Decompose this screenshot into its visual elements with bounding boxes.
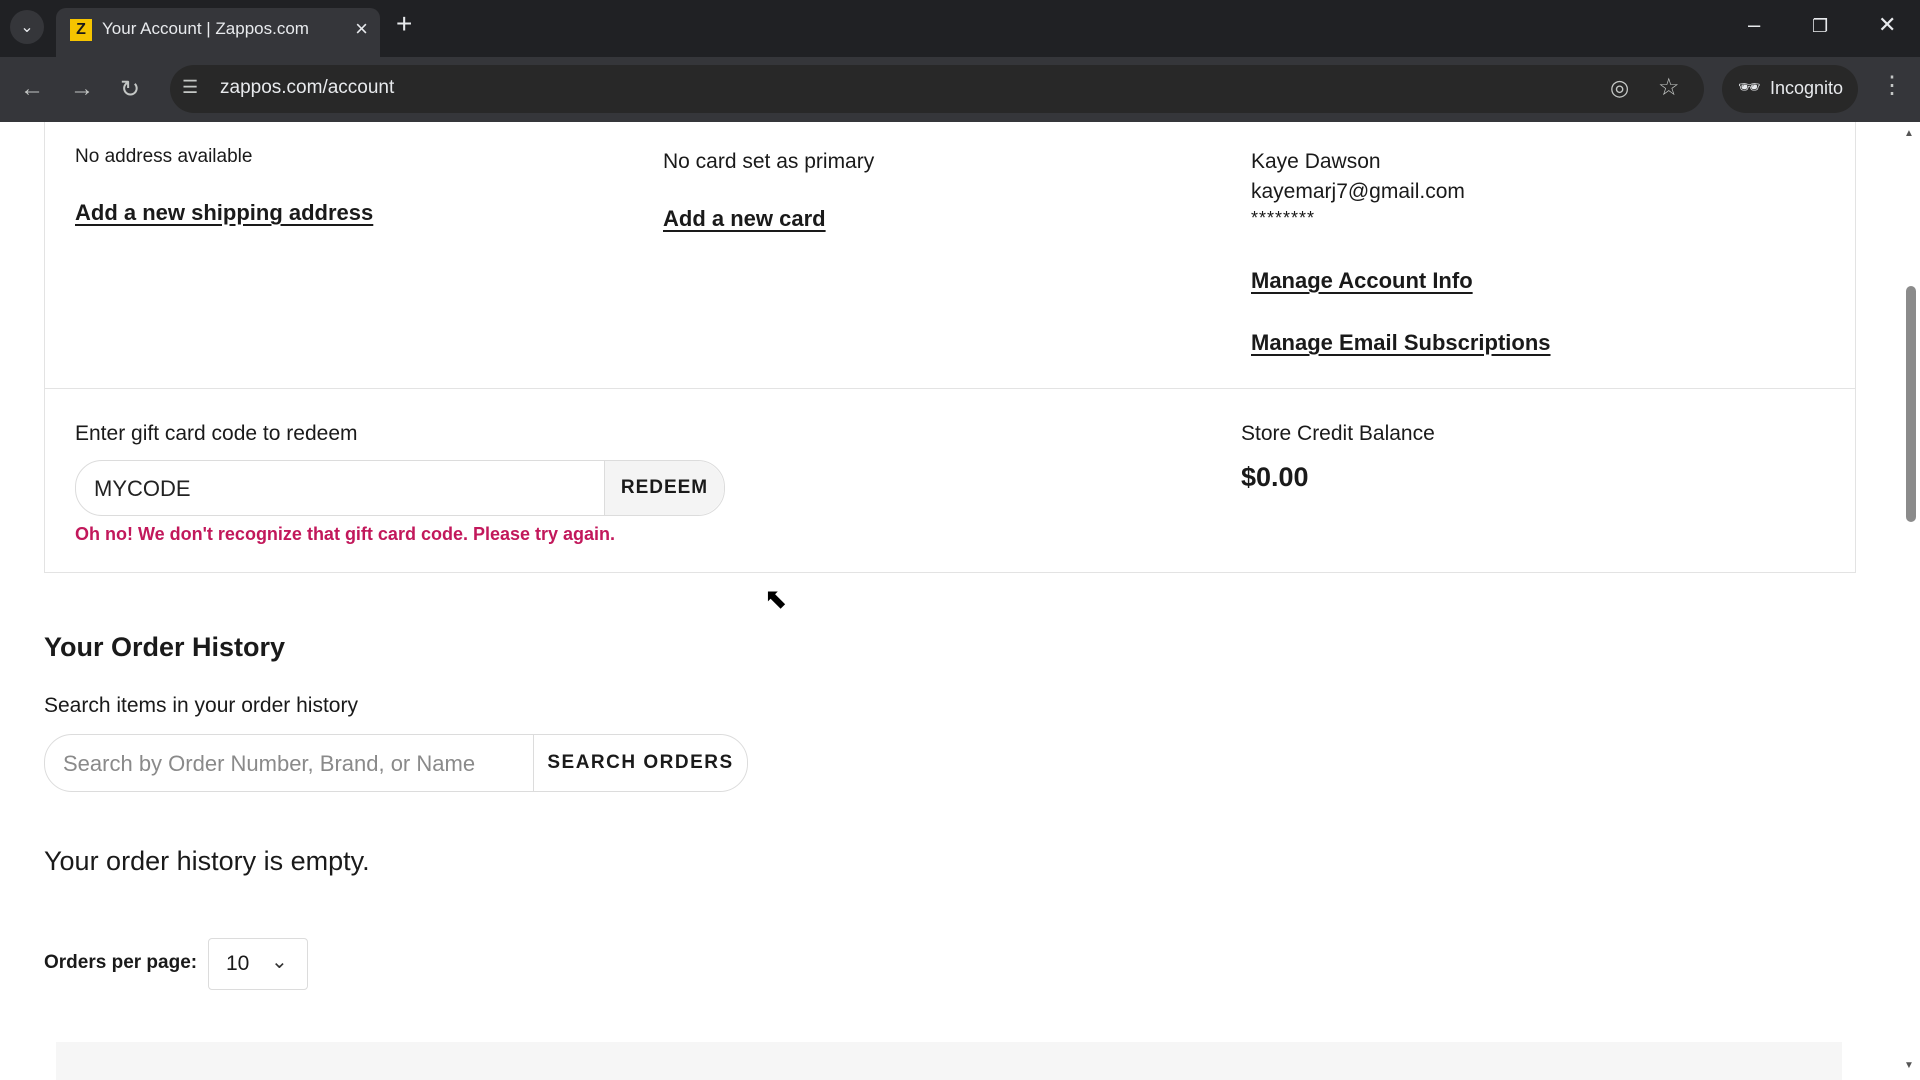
scroll-up-arrow-icon[interactable]: ▲ [1904, 128, 1914, 139]
page-scrollbar[interactable]: ▲ ▼ [1900, 122, 1920, 1080]
eye-off-icon[interactable]: ◎ [1610, 75, 1629, 101]
order-search-label: Search items in your order history [44, 694, 358, 717]
account-name: Kaye Dawson [1251, 150, 1381, 173]
window-restore-icon[interactable]: ❐ [1812, 16, 1828, 37]
account-email: kayemarj7@gmail.com [1251, 180, 1465, 203]
search-orders-button[interactable]: SEARCH ORDERS [533, 735, 747, 791]
scrollbar-thumb[interactable] [1906, 286, 1916, 522]
browser-menu-icon[interactable]: ⋮ [1880, 71, 1904, 100]
url-text[interactable]: zappos.com/account [220, 77, 394, 99]
address-bar[interactable]: ☰ zappos.com/account ◎ ☆ [170, 65, 1704, 113]
add-shipping-address-link[interactable]: Add a new shipping address [75, 200, 373, 226]
browser-toolbar: ← → ↻ ☰ zappos.com/account ◎ ☆ 🕶 Incogni… [0, 57, 1920, 122]
incognito-badge[interactable]: 🕶 Incognito [1722, 65, 1858, 113]
shipping-status: No address available [75, 146, 253, 167]
back-arrow-icon[interactable]: ← [20, 75, 44, 103]
add-card-link[interactable]: Add a new card [663, 206, 826, 232]
window-minimize-icon[interactable]: – [1748, 12, 1760, 38]
reload-icon[interactable]: ↻ [120, 75, 140, 104]
orders-per-page-label: Orders per page: [44, 952, 198, 973]
gift-card-input[interactable] [76, 461, 616, 517]
order-history-title: Your Order History [44, 632, 286, 662]
tab-title: Your Account | Zappos.com [102, 19, 309, 38]
chevron-down-icon: ⌄ [271, 951, 288, 973]
order-search-field-group: SEARCH ORDERS [44, 734, 748, 793]
window-close-icon[interactable]: ✕ [1878, 12, 1896, 38]
tab-search-chevron-icon[interactable]: ⌄ [10, 10, 44, 44]
next-section-preview [56, 1042, 1842, 1080]
order-history-empty-message: Your order history is empty. [44, 846, 370, 876]
account-password-mask: ******** [1251, 208, 1316, 228]
orders-per-page-value: 10 [226, 952, 250, 975]
gift-card-error-message: Oh no! We don't recognize that gift card… [75, 524, 616, 544]
card-divider [45, 388, 1855, 389]
browser-tab-bar: ⌄ Z Your Account | Zappos.com × + – ❐ ✕ [0, 0, 1920, 57]
tab-close-icon[interactable]: × [355, 16, 368, 42]
incognito-icon: 🕶 [1738, 77, 1761, 97]
store-credit-label: Store Credit Balance [1241, 422, 1435, 445]
gift-card-field-group: REDEEM [75, 460, 725, 517]
page-content: No address available Add a new shipping … [0, 122, 1920, 1080]
orders-per-page-select[interactable]: 10 ⌄ [208, 938, 308, 990]
new-tab-plus-icon[interactable]: + [396, 8, 412, 40]
forward-arrow-icon[interactable]: → [70, 75, 94, 103]
account-summary-card: No address available Add a new shipping … [44, 122, 1856, 573]
order-search-input[interactable] [45, 735, 535, 793]
scroll-down-arrow-icon[interactable]: ▼ [1904, 1060, 1914, 1071]
browser-tab-active[interactable]: Z Your Account | Zappos.com × [56, 8, 380, 57]
zappos-favicon-icon: Z [70, 19, 92, 41]
manage-email-subscriptions-link[interactable]: Manage Email Subscriptions [1251, 330, 1551, 356]
mouse-cursor-icon: ⬉ [764, 583, 788, 614]
manage-account-info-link[interactable]: Manage Account Info [1251, 268, 1473, 294]
site-settings-icon[interactable]: ☰ [182, 77, 198, 98]
payment-status: No card set as primary [663, 150, 875, 173]
bookmark-star-icon[interactable]: ☆ [1658, 73, 1680, 102]
incognito-label: Incognito [1770, 78, 1844, 98]
store-credit-amount: $0.00 [1241, 462, 1309, 492]
redeem-button[interactable]: REDEEM [604, 461, 724, 515]
gift-card-label: Enter gift card code to redeem [75, 422, 358, 445]
